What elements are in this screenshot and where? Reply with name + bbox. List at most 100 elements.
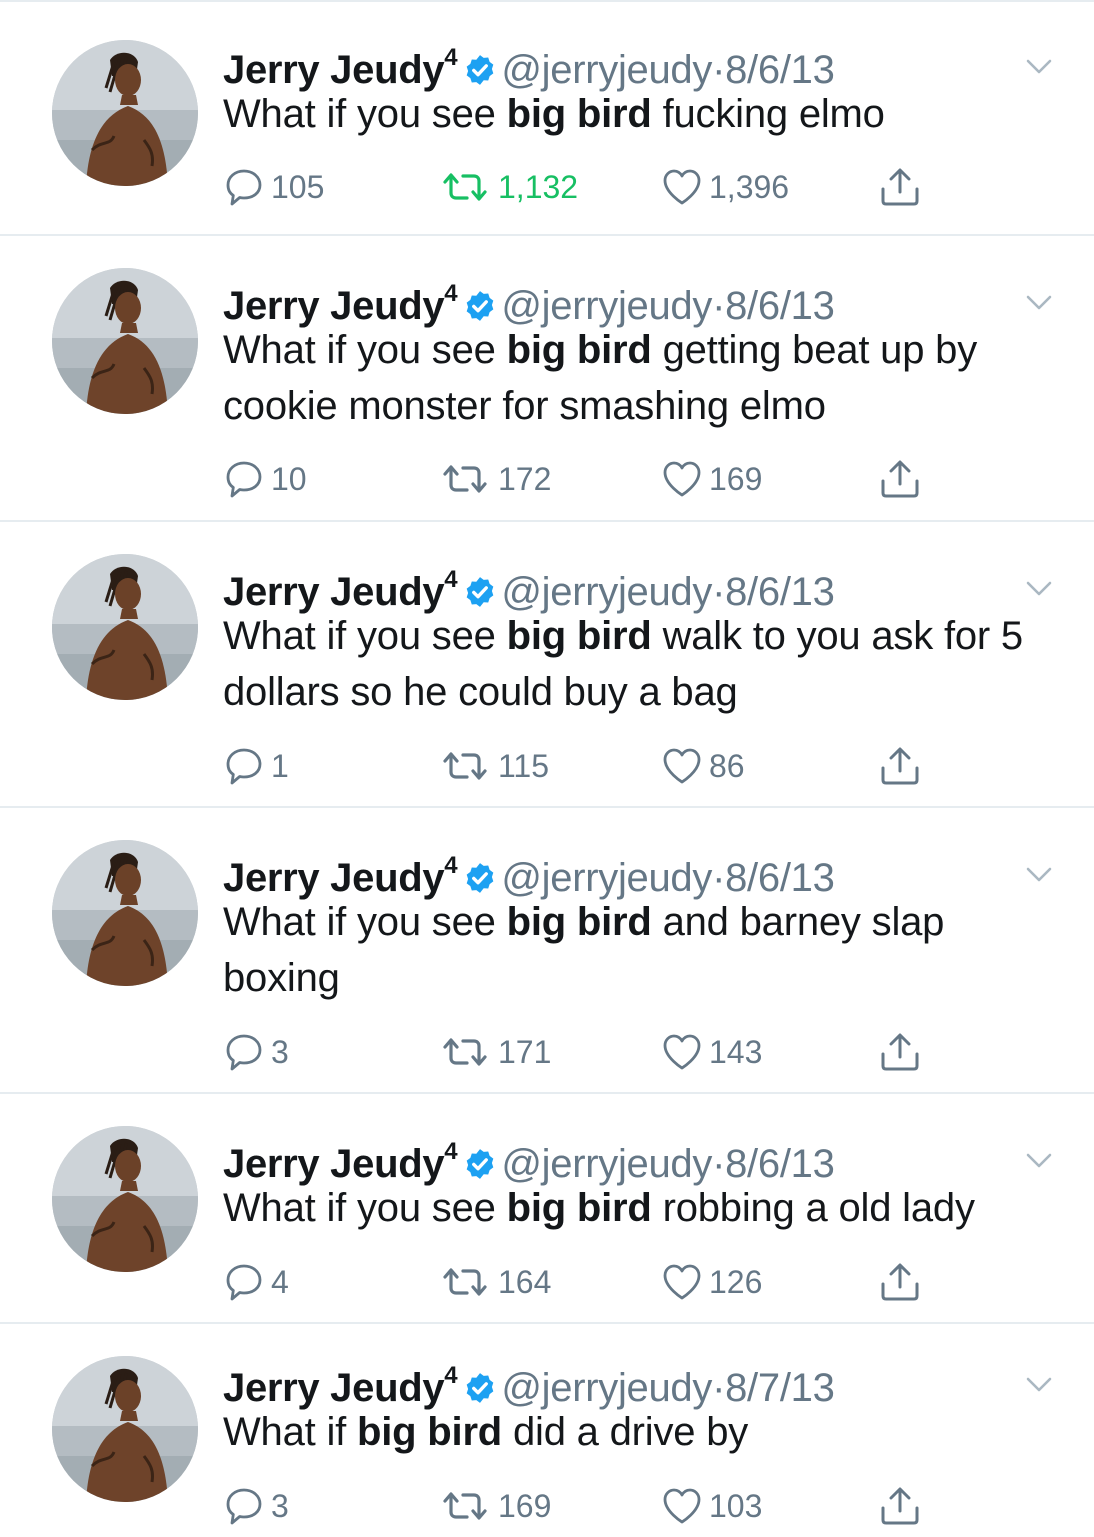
- chevron-down-icon[interactable]: [1024, 1130, 1054, 1186]
- tweet-header: Jerry Jeudy4 @jerryjeudy·8/6/13: [223, 1124, 1054, 1186]
- chevron-down-icon[interactable]: [1024, 558, 1054, 614]
- retweet-count: 171: [498, 1033, 552, 1070]
- tweet-date[interactable]: 8/6/13: [725, 856, 835, 900]
- avatar[interactable]: [52, 1356, 198, 1502]
- share-upload-icon: [878, 457, 928, 501]
- tweet[interactable]: Jerry Jeudy4 @jerryjeudy·8/6/13 What if y…: [0, 808, 1094, 1094]
- tweet-date[interactable]: 8/6/13: [725, 1142, 835, 1186]
- tweet-date[interactable]: 8/6/13: [725, 48, 835, 92]
- display-name[interactable]: Jerry Jeudy4: [223, 852, 458, 900]
- display-name[interactable]: Jerry Jeudy4: [223, 1138, 458, 1186]
- reply-bubble-icon: [223, 1485, 271, 1527]
- share-button[interactable]: [878, 1484, 928, 1528]
- like-button[interactable]: 1,396: [661, 165, 789, 209]
- tweet-actions: 1 115 86: [223, 744, 983, 788]
- tweet-text: What if big bird did a drive by: [223, 1410, 749, 1454]
- highlighted-term: big bird: [506, 328, 652, 372]
- like-count: 86: [709, 747, 745, 784]
- tweet-text: What if you see big bird robbing a old l…: [223, 1186, 975, 1230]
- tweet-date[interactable]: 8/6/13: [725, 284, 835, 328]
- reply-button[interactable]: 105: [223, 165, 324, 209]
- handle[interactable]: @jerryjeudy: [501, 48, 712, 92]
- chevron-down-icon[interactable]: [1024, 844, 1054, 900]
- share-button[interactable]: [878, 1260, 928, 1304]
- reply-button[interactable]: 3: [223, 1030, 289, 1074]
- share-upload-icon: [878, 744, 928, 788]
- reply-button[interactable]: 1: [223, 744, 289, 788]
- like-count: 1,396: [709, 168, 790, 205]
- reply-count: 105: [271, 168, 325, 205]
- handle[interactable]: @jerryjeudy: [501, 1142, 712, 1186]
- retweet-button[interactable]: 169: [438, 1484, 551, 1528]
- retweet-button[interactable]: 115: [438, 744, 549, 788]
- handle[interactable]: @jerryjeudy: [501, 856, 712, 900]
- retweet-button[interactable]: 172: [438, 457, 551, 501]
- share-button[interactable]: [878, 1030, 928, 1074]
- display-name[interactable]: Jerry Jeudy4: [223, 566, 458, 614]
- like-count: 169: [709, 460, 763, 497]
- chevron-down-icon[interactable]: [1024, 1354, 1054, 1410]
- display-name[interactable]: Jerry Jeudy4: [223, 280, 458, 328]
- reply-button[interactable]: 3: [223, 1484, 289, 1528]
- separator: ·: [712, 48, 726, 92]
- separator: ·: [712, 1142, 726, 1186]
- retweet-icon: [438, 1034, 498, 1070]
- handle[interactable]: @jerryjeudy: [501, 1366, 712, 1410]
- tweet-actions: 10 172 169: [223, 457, 983, 501]
- avatar[interactable]: [52, 840, 198, 986]
- reply-button[interactable]: 10: [223, 457, 307, 501]
- chevron-down-icon[interactable]: [1024, 272, 1054, 328]
- retweet-button[interactable]: 164: [438, 1260, 551, 1304]
- display-name[interactable]: Jerry Jeudy4: [223, 1362, 458, 1410]
- heart-icon: [661, 1486, 709, 1526]
- avatar[interactable]: [52, 1126, 198, 1272]
- share-button[interactable]: [878, 744, 928, 788]
- tweet-header: Jerry Jeudy4 @jerryjeudy·8/7/13: [223, 1348, 1054, 1410]
- avatar[interactable]: [52, 40, 198, 186]
- like-count: 126: [709, 1263, 763, 1300]
- chevron-down-icon[interactable]: [1024, 36, 1054, 92]
- share-upload-icon: [878, 165, 928, 209]
- like-button[interactable]: 169: [661, 457, 762, 501]
- reply-bubble-icon: [223, 1031, 271, 1073]
- handle[interactable]: @jerryjeudy: [501, 284, 712, 328]
- highlighted-term: big bird: [506, 900, 652, 944]
- share-button[interactable]: [878, 165, 928, 209]
- reply-count: 3: [271, 1033, 289, 1070]
- retweet-icon: [438, 1264, 498, 1300]
- tweet-header: Jerry Jeudy4 @jerryjeudy·8/6/13: [223, 838, 1054, 900]
- like-button[interactable]: 103: [661, 1484, 762, 1528]
- handle[interactable]: @jerryjeudy: [501, 570, 712, 614]
- tweet-date[interactable]: 8/6/13: [725, 570, 835, 614]
- tweet[interactable]: Jerry Jeudy4 @jerryjeudy·8/7/13 What if b…: [0, 1324, 1094, 1533]
- separator: ·: [712, 570, 726, 614]
- tweet-date[interactable]: 8/7/13: [725, 1366, 835, 1410]
- retweet-icon: [438, 748, 498, 784]
- like-button[interactable]: 143: [661, 1030, 762, 1074]
- share-button[interactable]: [878, 457, 928, 501]
- retweet-icon: [438, 1488, 498, 1524]
- like-button[interactable]: 126: [661, 1260, 762, 1304]
- share-upload-icon: [878, 1484, 928, 1528]
- tweet[interactable]: Jerry Jeudy4 @jerryjeudy·8/6/13 What if y…: [0, 236, 1094, 522]
- retweet-button[interactable]: 1,132: [438, 165, 578, 209]
- avatar[interactable]: [52, 268, 198, 414]
- avatar[interactable]: [52, 554, 198, 700]
- tweet-header: Jerry Jeudy4 @jerryjeudy·8/6/13: [223, 30, 1054, 92]
- tweet[interactable]: Jerry Jeudy4 @jerryjeudy·8/6/13 What if y…: [0, 1094, 1094, 1324]
- tweet[interactable]: Jerry Jeudy4 @jerryjeudy·8/6/13 What if y…: [0, 522, 1094, 808]
- tweet-text: What if you see big bird fucking elmo: [223, 92, 885, 136]
- reply-bubble-icon: [223, 458, 271, 500]
- like-button[interactable]: 86: [661, 744, 745, 788]
- tweet[interactable]: Jerry Jeudy4 @jerryjeudy·8/6/13 What if y…: [0, 0, 1094, 236]
- retweet-count: 164: [498, 1263, 552, 1300]
- reply-button[interactable]: 4: [223, 1260, 289, 1304]
- retweet-button[interactable]: 171: [438, 1030, 551, 1074]
- heart-icon: [661, 167, 709, 207]
- separator: ·: [712, 856, 726, 900]
- share-upload-icon: [878, 1030, 928, 1074]
- retweet-count: 172: [498, 460, 552, 497]
- reply-count: 1: [271, 747, 289, 784]
- display-name[interactable]: Jerry Jeudy4: [223, 44, 458, 92]
- tweet-text: What if you see big bird getting beat up…: [223, 328, 977, 428]
